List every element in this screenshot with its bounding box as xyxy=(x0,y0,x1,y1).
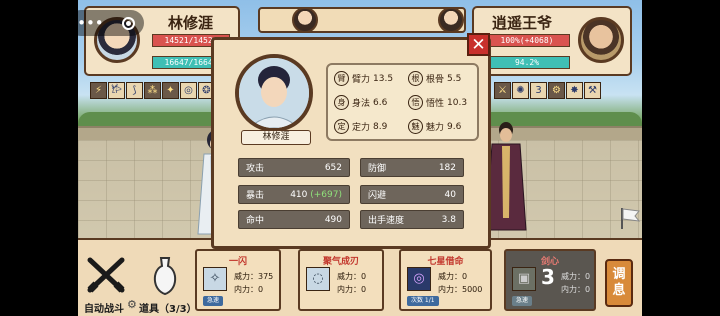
skill-card[interactable]: 一闪 ✧ 威力：375 内力：0 急速 xyxy=(195,249,281,311)
skill-icon: ◌ xyxy=(306,267,330,291)
buff-icon[interactable]: ◎ xyxy=(180,82,197,99)
skill-title: 一闪 xyxy=(228,257,247,267)
gear-icon[interactable]: ⚙ xyxy=(127,298,137,311)
enemy-name: 逍遥王爷 xyxy=(492,14,553,32)
skill-power: 0 xyxy=(462,272,468,281)
skill-tag: 急速 xyxy=(203,296,224,306)
surrender-flag-icon[interactable] xyxy=(619,206,641,230)
crossed-swords-icon[interactable] xyxy=(86,256,126,294)
stat-crit: 暴击 410 (+697) xyxy=(238,185,350,204)
enemy-card: 逍遥王爷 100%(+4068) 94.2% xyxy=(472,6,632,76)
close-icon[interactable]: ✕ xyxy=(471,35,485,55)
charm-icon: 魅 xyxy=(408,119,423,134)
skill-title: 聚气成刃 xyxy=(322,257,359,267)
buff-icon[interactable]: ✦ xyxy=(162,82,179,99)
stat-crit-bonus: (+697) xyxy=(310,189,342,200)
skill-power: 0 xyxy=(361,272,367,281)
skill-mp-label: 内力 xyxy=(234,285,250,294)
buff-icon[interactable]: ✺ xyxy=(512,82,529,99)
stat-speed: 出手速度 3.8 xyxy=(360,210,464,229)
attr-charm: 魅魅力 9.6 xyxy=(408,119,461,134)
skill-card-locked[interactable]: 剑心 ▣ 3 威力：0 内力：0 急速 xyxy=(504,249,596,311)
skill-card[interactable]: 聚气成刃 ◌ 威力：0 内力：0 xyxy=(298,249,384,311)
agility-icon: 身 xyxy=(334,95,349,110)
skill-mp-label: 内力 xyxy=(438,285,454,294)
buff-icon[interactable]: ⟆ xyxy=(126,82,143,99)
skill-mp: 0 xyxy=(361,285,367,294)
buff-icon[interactable]: ⚔ xyxy=(494,82,511,99)
buff-icon[interactable]: ⚒ xyxy=(584,82,601,99)
attr-strength: 臂臂力 13.5 xyxy=(334,71,393,86)
skill-title: 七星借命 xyxy=(427,257,464,267)
enemy-mp-bar: 94.2% xyxy=(484,56,570,69)
attr-constitution: 根根骨 5.5 xyxy=(408,71,461,86)
stat-dodge: 闪避 40 xyxy=(360,185,464,204)
skill-mp: 5000 xyxy=(462,285,483,294)
skill-power-label: 威力 xyxy=(337,272,353,281)
player-mini-avatar xyxy=(292,7,318,33)
buff-stack-count[interactable]: 3 xyxy=(530,82,547,99)
skill-power-label: 威力 xyxy=(561,272,577,281)
menu-capsule[interactable]: ••• xyxy=(78,10,144,36)
enemy-buff-row: ⚔ ✺ 3 ⚙ ✸ ⚒ xyxy=(494,82,601,99)
attribute-panel: 臂臂力 13.5 根根骨 5.5 身身法 6.6 悟悟性 10.3 定定力 8.9 魅魅力… xyxy=(326,63,479,141)
enemy-hp-bar: 100%(+4068) xyxy=(484,34,570,47)
character-portrait xyxy=(235,54,313,132)
skill-tag: 次数 1/1 xyxy=(407,296,439,306)
focus-icon: 定 xyxy=(334,119,349,134)
stat-hit: 命中 490 xyxy=(238,210,350,229)
skill-power-label: 威力 xyxy=(438,272,454,281)
attr-agility: 身身法 6.6 xyxy=(334,95,387,110)
skill-mp-label: 内力 xyxy=(337,285,353,294)
attr-insight: 悟悟性 10.3 xyxy=(408,95,467,110)
skill-icon: ✧ xyxy=(203,267,227,291)
skill-mp-label: 内力 xyxy=(561,285,577,294)
skill-mp: 0 xyxy=(258,285,264,294)
buff-icon[interactable]: ⁂ xyxy=(144,82,161,99)
more-icon[interactable]: ••• xyxy=(78,14,104,32)
auto-battle-label[interactable]: 自动战斗 xyxy=(84,300,124,315)
buff-icon[interactable]: 𐂂 xyxy=(108,82,125,99)
stat-attack: 攻击 652 xyxy=(238,158,350,177)
adjust-breath-button[interactable]: 调 息 xyxy=(605,259,633,307)
constitution-icon: 根 xyxy=(408,71,423,86)
portrait-image xyxy=(239,58,309,128)
stat-defense: 防御 182 xyxy=(360,158,464,177)
player-name: 林修涯 xyxy=(168,14,214,32)
character-name-tag: 林修涯 xyxy=(241,130,311,145)
buff-icon[interactable]: ⚡ xyxy=(90,82,107,99)
record-icon[interactable] xyxy=(121,16,135,30)
close-button[interactable]: ✕ xyxy=(467,33,490,56)
skill-power: 0 xyxy=(585,272,591,281)
character-info-dialog: 林修涯 臂臂力 13.5 根根骨 5.5 身身法 6.6 悟悟性 10.3 定定力 8.9… xyxy=(211,37,491,249)
battle-screen: 林修涯 14521/14521 16647/16647 ••• 逍遥王爷 100… xyxy=(78,0,642,316)
skill-power-label: 威力 xyxy=(234,272,250,281)
buff-icon[interactable]: ⚙ xyxy=(548,82,565,99)
items-label[interactable]: 道具（3/3） xyxy=(139,300,197,315)
enemy-avatar[interactable] xyxy=(578,17,624,63)
attr-focus: 定定力 8.9 xyxy=(334,119,387,134)
skill-mp: 0 xyxy=(585,285,591,294)
player-buff-row: ⚡ 𐂂 ⟆ ⁂ ✦ ◎ ❂ xyxy=(90,82,215,99)
skill-icon: ◎ xyxy=(407,267,431,291)
enemy-mini-avatar xyxy=(438,7,464,33)
turn-panel xyxy=(258,7,466,33)
skill-card[interactable]: 七星借命 ◎ 威力：0 内力：5000 次数 1/1 xyxy=(399,249,492,311)
skill-power: 375 xyxy=(258,272,274,281)
buff-icon[interactable]: ✸ xyxy=(566,82,583,99)
insight-icon: 悟 xyxy=(408,95,423,110)
cooldown-count: 3 xyxy=(541,265,555,289)
skill-tag: 急速 xyxy=(512,296,533,306)
skill-icon: ▣ xyxy=(512,267,536,291)
strength-icon: 臂 xyxy=(334,71,349,86)
adjust-label-top: 调 xyxy=(612,267,626,282)
vase-icon[interactable] xyxy=(150,256,180,296)
adjust-label-bottom: 息 xyxy=(612,283,626,298)
